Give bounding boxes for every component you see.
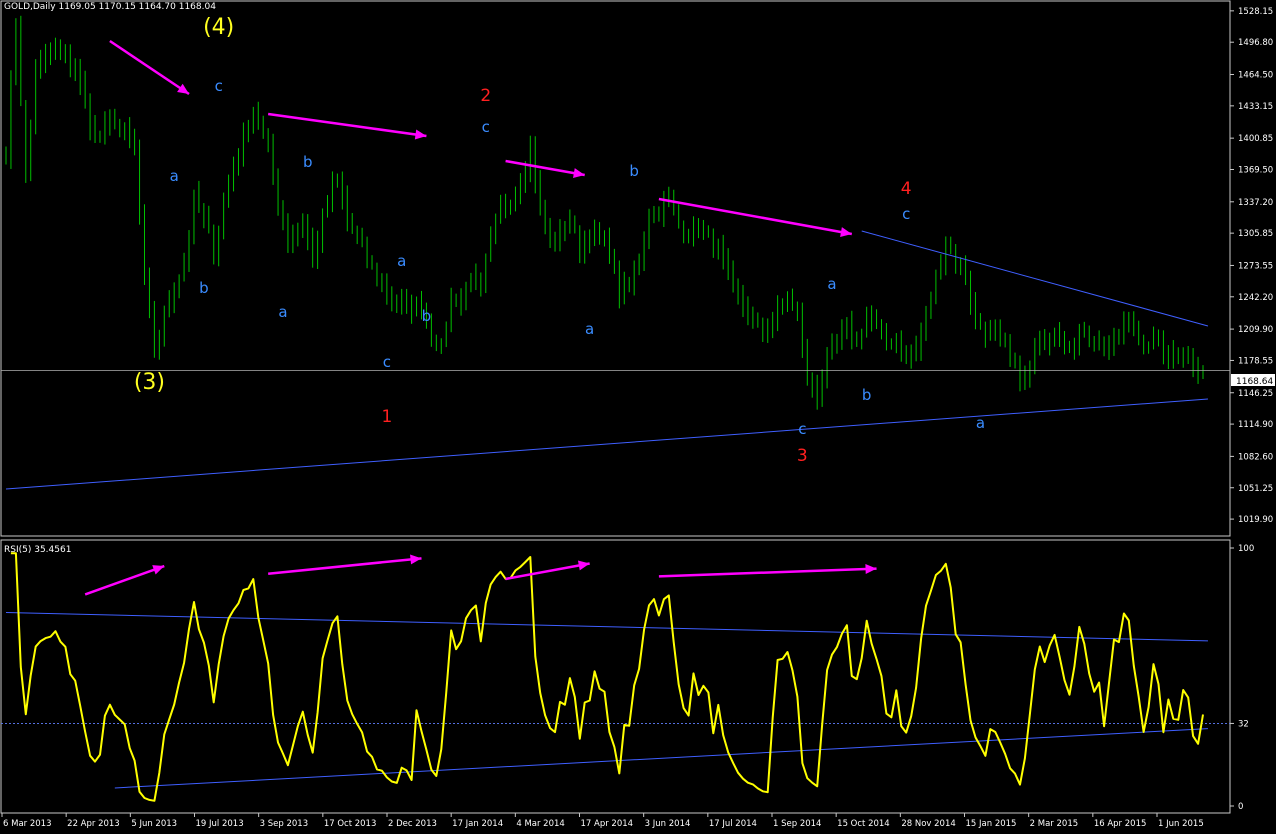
y-tick-label: 1433.15 — [1238, 102, 1273, 112]
wave-label: c — [902, 205, 910, 223]
rsi-panel-frame — [0, 539, 1231, 814]
price-arrow — [267, 112, 427, 138]
rsi-tick-label: 100 — [1238, 544, 1254, 554]
x-tick-label: 1 Sep 2014 — [773, 819, 821, 829]
rsi-arrow-head — [577, 560, 590, 571]
wave-label: c — [482, 118, 490, 136]
rsi-arrow — [505, 562, 590, 581]
main-panel-frame — [0, 0, 1231, 537]
y-tick-label: 1369.50 — [1238, 166, 1273, 176]
x-tick-label: 17 Apr 2014 — [581, 819, 634, 829]
y-tick-label: 1273.55 — [1238, 261, 1273, 271]
wave-label: (3) — [134, 370, 165, 395]
x-tick-label: 15 Jan 2015 — [966, 819, 1017, 829]
y-tick-label: 1051.25 — [1238, 484, 1273, 494]
price-arrow — [505, 159, 585, 177]
wave-label: b — [862, 386, 872, 404]
chart-canvas[interactable]: (4) (3) c a b a b a b c 1 2 c a b a b c 3 4 c a 1528.15 1496.8… — [0, 0, 1276, 830]
x-tick-label: 22 Apr 2013 — [67, 819, 120, 829]
price-arrow-head — [414, 129, 427, 140]
axes-layer: 1528.15 1496.80 1464.50 1433.15 1400.85 1369.… — [1, 7, 1273, 829]
rsi-arrow — [658, 567, 877, 578]
wave-label: 2 — [480, 86, 491, 106]
main-header: GOLD,Daily 1169.05 1170.15 1164.70 1168.… — [4, 2, 216, 12]
price-trend-line — [861, 230, 1209, 327]
wave-label: 4 — [901, 179, 912, 199]
price-arrow-head — [177, 83, 190, 94]
wave-label: c — [215, 77, 223, 95]
rsi-tick-label: 32 — [1238, 719, 1249, 729]
y-tick-label: 1242.20 — [1238, 293, 1273, 303]
y-tick-label: 1114.90 — [1238, 420, 1273, 430]
x-tick-label: 17 Jan 2014 — [452, 819, 503, 829]
y-tick-label: 1496.80 — [1238, 38, 1273, 48]
rsi-line — [10, 552, 1204, 802]
x-tick-label: 2 Mar 2015 — [1030, 819, 1078, 829]
wave-label: c — [383, 353, 391, 371]
y-tick-label: 1400.85 — [1238, 134, 1273, 144]
candles-layer — [5, 15, 1204, 410]
rsi-layer — [1, 552, 1230, 802]
y-tick-label: 1209.90 — [1238, 325, 1273, 335]
wave-label: 1 — [381, 407, 392, 427]
wave-label: b — [199, 279, 209, 297]
y-tick-label: 1305.85 — [1238, 229, 1273, 239]
main-trend-lines — [1, 230, 1230, 490]
wave-label: a — [827, 275, 836, 293]
rsi-arrow — [268, 557, 422, 576]
x-tick-label: 17 Jul 2014 — [709, 819, 757, 829]
x-tick-label: 3 Jun 2014 — [645, 819, 691, 829]
price-arrow — [109, 39, 190, 96]
x-tick-label: 5 Jun 2013 — [131, 819, 177, 829]
rsi-arrow — [84, 564, 165, 596]
x-tick-label: 15 Oct 2014 — [837, 819, 890, 829]
wave-label: 3 — [797, 446, 808, 466]
price-arrow-head — [840, 227, 852, 237]
rsi-trend-line — [5, 612, 1208, 642]
wave-label: c — [798, 420, 806, 438]
price-arrow-head — [573, 168, 585, 179]
y-tick-label: 1146.25 — [1238, 389, 1273, 399]
price-arrow — [658, 197, 853, 236]
rsi-tick-label: 0 — [1238, 802, 1243, 812]
y-tick-label: 1528.15 — [1238, 7, 1273, 17]
x-tick-label: 6 Mar 2013 — [3, 819, 51, 829]
wave-label: a — [278, 303, 287, 321]
x-tick-label: 2 Dec 2013 — [388, 819, 437, 829]
y-tick-label: 1337.20 — [1238, 198, 1273, 208]
rsi-arrow-head — [865, 564, 877, 575]
x-tick-label: 3 Sep 2013 — [260, 819, 308, 829]
current-price-label: 1168.64 — [1236, 377, 1273, 387]
rsi-arrow-head — [152, 565, 165, 575]
wave-label: b — [629, 162, 639, 180]
y-tick-label: 1082.60 — [1238, 452, 1273, 462]
wave-labels-layer: (4) (3) c a b a b a b c 1 2 c a b a b c 3 4 c a — [134, 15, 985, 466]
rsi-trend-line — [114, 728, 1208, 789]
wave-label: b — [422, 307, 432, 325]
wave-label: a — [976, 414, 985, 432]
x-tick-label: 16 Apr 2015 — [1094, 819, 1147, 829]
chart-window: (4) (3) c a b a b a b c 1 2 c a b a b c 3 4 c a 1528.15 1496.8… — [0, 0, 1276, 830]
wave-label: b — [303, 153, 313, 171]
x-tick-label: 28 Nov 2014 — [901, 819, 955, 829]
price-trend-line — [5, 398, 1208, 490]
wave-label: a — [170, 167, 179, 185]
rsi-header: RSI(5) 35.4561 — [4, 545, 71, 555]
wave-label: a — [397, 252, 406, 270]
y-tick-label: 1464.50 — [1238, 71, 1273, 81]
y-tick-label: 1178.55 — [1238, 356, 1273, 366]
wave-label: (4) — [203, 15, 234, 40]
y-tick-label: 1019.90 — [1238, 515, 1273, 525]
x-tick-label: 1 Jun 2015 — [1158, 819, 1204, 829]
wave-label: a — [585, 320, 594, 338]
x-tick-label: 17 Oct 2013 — [324, 819, 377, 829]
x-tick-label: 19 Jul 2013 — [196, 819, 244, 829]
x-tick-label: 4 Mar 2014 — [516, 819, 564, 829]
